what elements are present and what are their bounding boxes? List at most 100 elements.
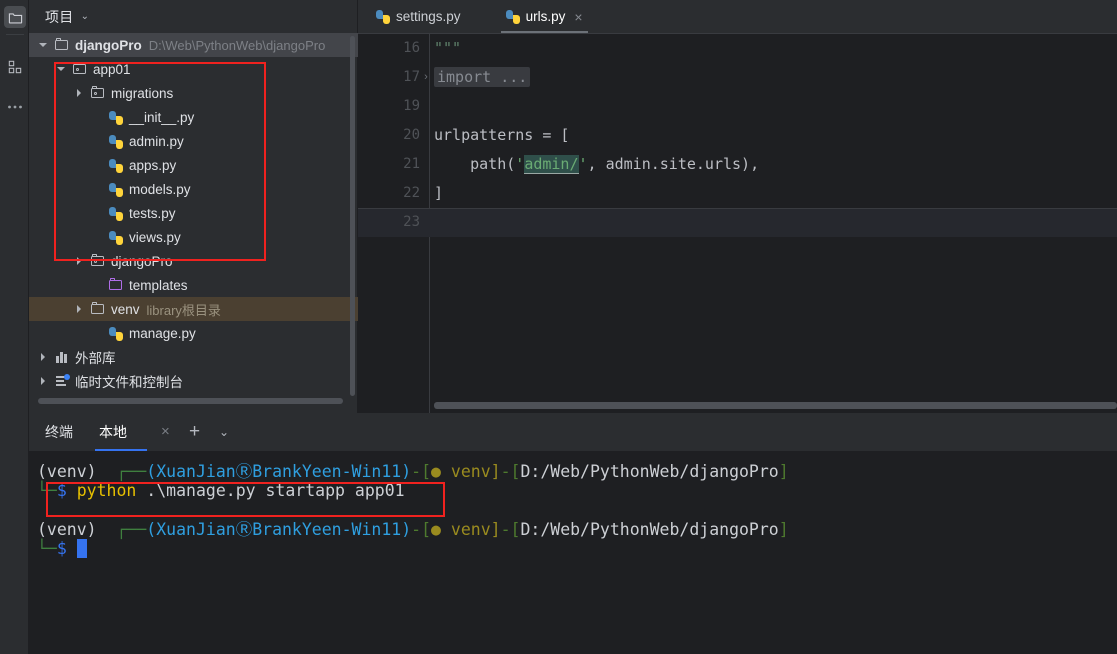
terminal-user-host: (XuanJianⓇBrankYeen-Win11) xyxy=(146,462,412,481)
code-line[interactable]: ] xyxy=(429,179,443,208)
python-file-icon xyxy=(108,109,124,125)
terminal-connector: ┌── xyxy=(116,520,147,539)
python-file-icon xyxy=(108,181,124,197)
line-number: 23 xyxy=(403,214,420,230)
template-folder-icon xyxy=(108,277,124,293)
close-icon[interactable]: × xyxy=(161,413,170,451)
tree-node-[interactable]: 外部库 xyxy=(29,345,358,369)
tree-node-label: models.py xyxy=(129,181,191,197)
tree-node-sublabel: D:\Web\PythonWeb\djangoPro xyxy=(148,37,326,53)
project-tree-horizontal-scrollbar[interactable] xyxy=(38,398,343,404)
tree-node-modelspy[interactable]: models.py xyxy=(29,177,358,201)
editor-tab-bar[interactable]: settings.py urls.py × xyxy=(358,0,1117,33)
chevron-right-icon[interactable] xyxy=(74,304,85,315)
tree-node-label: app01 xyxy=(93,61,131,77)
tree-node-managepy[interactable]: manage.py xyxy=(29,321,358,345)
line-number: 20 xyxy=(403,127,420,143)
code-line[interactable] xyxy=(429,92,434,121)
terminal-venv: (venv) xyxy=(37,462,97,481)
tree-node-djangopro[interactable]: djangoPro xyxy=(29,249,358,273)
terminal-prompt-tail: └─ xyxy=(37,539,57,558)
terminal-command: python xyxy=(76,481,137,500)
line-number: 19 xyxy=(403,98,420,114)
code-editor[interactable]: 16 """ 17 › import ... 19 20 urlpatterns = [21 … xyxy=(358,34,1117,413)
grid-icon xyxy=(8,60,22,74)
code-line[interactable]: path('admin/', admin.site.urls), xyxy=(429,150,759,179)
chevron-down-icon[interactable]: ⌄ xyxy=(81,11,89,22)
code-line[interactable] xyxy=(429,208,434,237)
terminal-header: 终端 本地 × + ⌄ xyxy=(29,413,1117,451)
tree-node-label: djangoPro xyxy=(111,253,173,269)
close-icon[interactable]: × xyxy=(574,10,582,24)
folder-icon xyxy=(54,37,70,53)
tree-node-djangopro[interactable]: djangoPro D:\Web\PythonWeb\djangoPro xyxy=(29,33,358,57)
tree-node-label: migrations xyxy=(111,85,174,101)
editor-tab-settingspy[interactable]: settings.py xyxy=(366,0,471,33)
editor-horizontal-scrollbar[interactable] xyxy=(434,402,1117,409)
terminal-bracket2: -[ xyxy=(500,462,521,481)
tree-node-label: tests.py xyxy=(129,205,176,221)
more-tool-windows-icon[interactable] xyxy=(4,96,26,118)
terminal-tab-local[interactable]: 本地 xyxy=(99,413,127,451)
tree-node-label: djangoPro xyxy=(75,37,142,53)
tree-node-app01[interactable]: app01 xyxy=(29,57,358,81)
project-panel-header: 项目 ⌄ xyxy=(29,0,358,33)
chevron-right-icon[interactable] xyxy=(38,352,49,363)
terminal-prompt-line: (venv) ┌──(XuanJianⓇBrankYeen-Win11)-[● … xyxy=(37,520,789,539)
tree-node-migrations[interactable]: migrations xyxy=(29,81,358,105)
project-tree-vertical-scrollbar[interactable] xyxy=(350,36,355,396)
tree-node-label: admin.py xyxy=(129,133,184,149)
editor-area: settings.py urls.py × 16 """ 17 › import ... 19… xyxy=(358,0,1117,413)
code-line[interactable]: urlpatterns = [ xyxy=(429,121,569,150)
pycharm-window: 项目 ⌄ djangoPro D:\Web\PythonWeb\djangoPro… xyxy=(0,0,1117,654)
tree-node-adminpy[interactable]: admin.py xyxy=(29,129,358,153)
tree-node-templates[interactable]: templates xyxy=(29,273,358,297)
terminal-tool-window: 终端 本地 × + ⌄ (venv) ┌──(XuanJianⓇBrankYee… xyxy=(29,413,1117,654)
ellipsis-icon xyxy=(8,105,22,109)
terminal-command-line[interactable]: └─$ python .\manage.py startapp app01 xyxy=(37,481,405,500)
project-tool-window-icon[interactable] xyxy=(4,6,26,28)
terminal-output[interactable]: (venv) ┌──(XuanJianⓇBrankYeen-Win11)-[● … xyxy=(29,451,1117,654)
tree-node-appspy[interactable]: apps.py xyxy=(29,153,358,177)
tree-node-venv[interactable]: venv library根目录 xyxy=(29,297,358,321)
tree-node-viewspy[interactable]: views.py xyxy=(29,225,358,249)
tree-node-label: views.py xyxy=(129,229,181,245)
tree-node-label: 外部库 xyxy=(75,351,116,366)
chevron-down-icon[interactable]: ⌄ xyxy=(219,413,229,451)
structure-tool-window-icon[interactable] xyxy=(4,56,26,78)
editor-tab-label: urls.py xyxy=(525,9,566,24)
code-line[interactable]: """ xyxy=(429,34,461,63)
chevron-right-icon[interactable] xyxy=(74,88,85,99)
tree-node-label: templates xyxy=(129,277,188,293)
terminal-args: .\manage.py startapp app01 xyxy=(146,481,405,500)
python-file-icon xyxy=(108,205,124,221)
terminal-bracket: -[ xyxy=(411,520,432,539)
tree-node-testspy[interactable]: tests.py xyxy=(29,201,358,225)
new-terminal-icon[interactable]: + xyxy=(189,413,200,451)
code-line[interactable]: import ... xyxy=(429,63,531,92)
project-tree[interactable]: djangoPro D:\Web\PythonWeb\djangoPro app01… xyxy=(29,33,358,400)
tree-node-label: manage.py xyxy=(129,325,196,341)
terminal-env-dot-icon: ● xyxy=(431,520,441,539)
tree-node-__init__py[interactable]: __init__.py xyxy=(29,105,358,129)
tree-node-[interactable]: 临时文件和控制台 xyxy=(29,369,358,393)
terminal-prompt-tail: └─ xyxy=(37,481,57,500)
python-file-icon xyxy=(108,325,124,341)
terminal-venv: (venv) xyxy=(37,520,97,539)
terminal-dollar-sign: $ xyxy=(56,481,67,500)
terminal-input-line[interactable]: └─$ xyxy=(37,539,87,558)
editor-tab-label: settings.py xyxy=(396,9,461,24)
chevron-right-icon[interactable] xyxy=(38,376,49,387)
chevron-right-icon[interactable] xyxy=(74,256,85,267)
python-file-icon xyxy=(108,133,124,149)
editor-tab-urlspy[interactable]: urls.py × xyxy=(495,0,593,33)
tree-node-label: venv xyxy=(111,301,140,317)
code-token-folded-import[interactable]: import ... xyxy=(434,67,531,87)
activity-bar xyxy=(0,0,29,654)
chevron-down-icon[interactable] xyxy=(56,64,67,75)
terminal-env-name: venv] xyxy=(440,520,501,539)
chevron-down-icon[interactable] xyxy=(38,40,49,51)
